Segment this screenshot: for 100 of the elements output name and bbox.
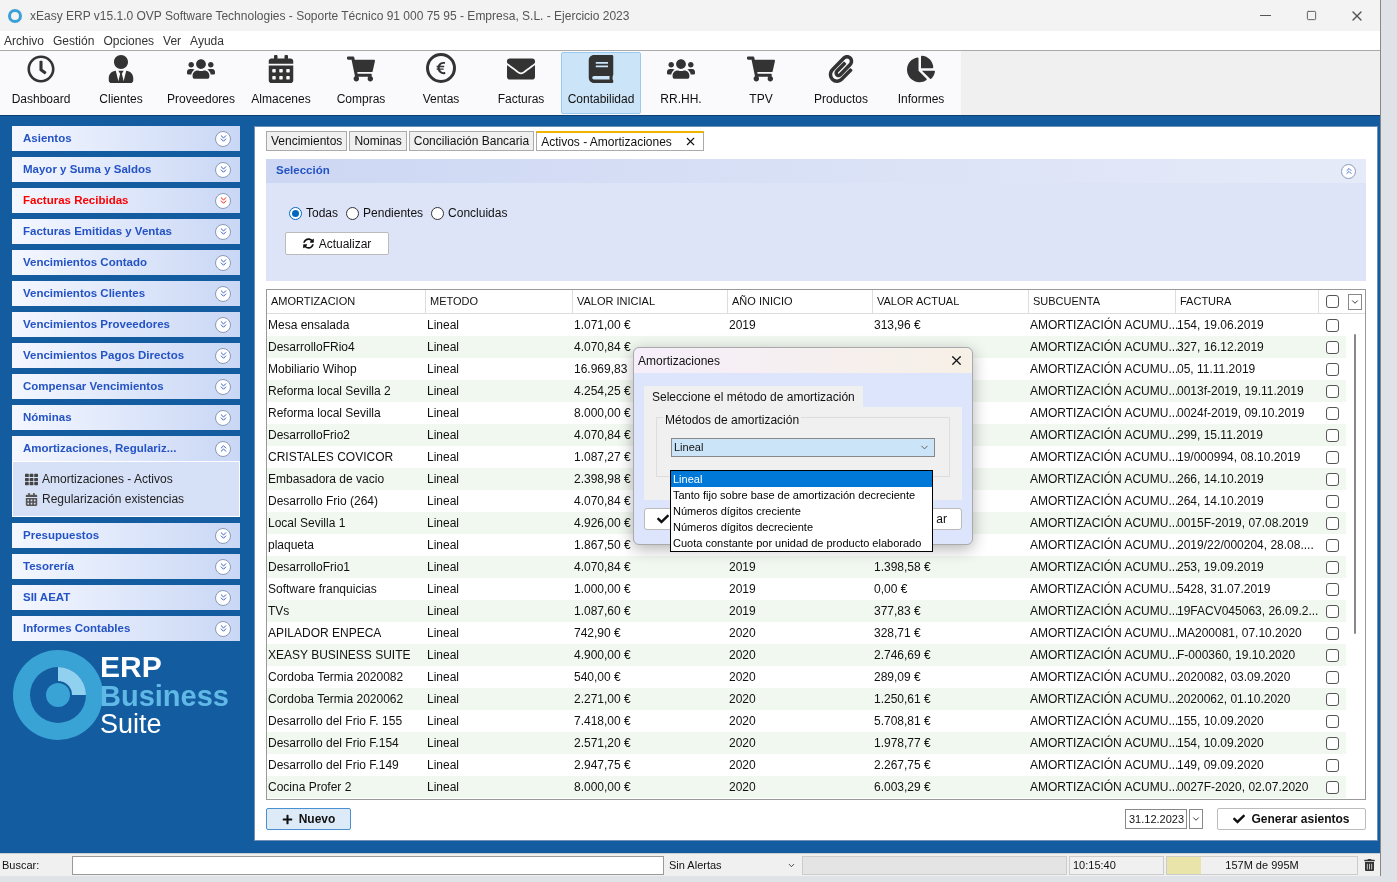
table-cell-text: Lineal [427, 339, 460, 356]
table-cell: AMORTIZACIÓN ACUMU... [1030, 448, 1179, 466]
table-cell-text: APILADOR ENPECA [268, 625, 382, 642]
table-cell: AMORTIZACIÓN ACUMU... [1030, 580, 1179, 598]
table-cell-text: Mesa ensalada [268, 317, 350, 334]
window-title: xEasy ERP v15.1.0 OVP Software Technologies - Soporte Técnico 91 000 75 95 - Empresa, S.L. - Ejercicio 2023 [30, 7, 630, 25]
table-cell-text: Reforma local Sevilla [268, 405, 381, 422]
table-cell-text: Lineal [427, 779, 460, 796]
table-cell-text: 540,00 € [574, 669, 621, 686]
table-cell: AMORTIZACIÓN ACUMU... [1030, 338, 1179, 356]
table-cell-text: Lineal [427, 559, 460, 576]
table-cell-text: Lineal [427, 493, 460, 510]
table-cell-text: 328,71 € [874, 625, 921, 642]
table-cell-text: 1.087,27 € [574, 449, 631, 466]
table-cell: AMORTIZACIÓN ACUMU... [1030, 602, 1179, 620]
table-cell-text: Lineal [427, 757, 460, 774]
table-cell-text: 4.254,25 € [574, 383, 631, 400]
radio-label: Todas [306, 205, 339, 222]
table-cell-text: DesarrolloFrio1 [268, 559, 351, 576]
table-cell-text: Cocina Profer 2 [268, 779, 352, 796]
table-cell: AMORTIZACIÓN ACUMU... [1030, 492, 1179, 510]
table-cell-text: Lineal [427, 603, 460, 620]
table-cell-text: 1.000,00 € [574, 581, 631, 598]
table-cell-text: 0013f-2019, 19.11.2019 [1177, 383, 1304, 400]
table-cell-text: 299, 15.11.2019 [1177, 427, 1263, 444]
table-cell-text: Desarrollo del Frio F.154 [268, 735, 399, 752]
table-cell-text: 4.926,00 € [574, 515, 631, 532]
table-cell-text: 742,90 € [574, 625, 621, 642]
table-cell-text: 2020082, 03.09.2020 [1177, 669, 1291, 686]
table-cell: AMORTIZACIÓN ACUMU... [1030, 712, 1179, 730]
table-cell-text: Lineal [427, 361, 460, 378]
table-cell-text: 2.267,75 € [874, 757, 931, 774]
table-cell-text: 6.003,29 € [874, 779, 931, 796]
table-cell-text: Software franquicias [268, 581, 377, 598]
table-cell-text: Desarrollo Frio (264) [268, 493, 379, 510]
table-cell-text: Lineal [427, 471, 460, 488]
table-cell-text: 2020 [729, 779, 756, 796]
table-cell-text: 4.070,84 € [574, 493, 631, 510]
table-cell-text: 2019 [729, 559, 756, 576]
table-cell: AMORTIZACIÓN ACUMU... [1030, 426, 1179, 444]
table-cell-text: Lineal [427, 449, 460, 466]
table-cell-text: 253, 19.09.2019 [1177, 559, 1264, 576]
table-cell-text: Lineal [427, 713, 460, 730]
table-cell-text: 8.000,00 € [574, 779, 631, 796]
panel-title: Selección [276, 163, 331, 179]
table-cell-text: 2.947,75 € [574, 757, 631, 774]
table-cell: AMORTIZACIÓN ACUMU... [1030, 514, 1179, 532]
table-cell-text: Local Sevilla 1 [268, 515, 346, 532]
table-cell: AMORTIZACIÓN ACUMU... [1030, 382, 1179, 400]
table-cell-text: 2020 [729, 691, 756, 708]
table-cell: AMORTIZACIÓN ACUMU... [1030, 536, 1179, 554]
search-label: Buscar: [1, 857, 41, 873]
table-cell-text: 2019 [729, 317, 756, 334]
table-cell-text: 2019 [729, 581, 756, 598]
table-cell-text: 2020 [729, 757, 756, 774]
table-cell-text: 1.071,00 € [574, 317, 631, 334]
table-cell: AMORTIZACIÓN ACUMU... [1030, 646, 1179, 664]
table-cell-text: 7.418,00 € [574, 713, 631, 730]
table-cell-text: 149, 09.09.2020 [1177, 757, 1264, 774]
table-cell-text: 5428, 31.07.2019 [1177, 581, 1271, 598]
table-cell-text: 19FACV045063, 26.09.2... [1177, 603, 1319, 620]
table-cell-text: 327, 16.12.2019 [1177, 339, 1264, 356]
memory-meter: 157M de 995M [1166, 855, 1358, 875]
table-cell-text: 4.070,84 € [574, 427, 631, 444]
table-cell: AMORTIZACIÓN ACUMU... [1030, 690, 1179, 708]
table-cell-text: 377,83 € [874, 603, 921, 620]
table-cell-text: DesarrolloFRio4 [268, 339, 355, 356]
table-cell-text: 19/000994, 08.10.2019 [1177, 449, 1301, 466]
table-cell-text: 2020 [729, 647, 756, 664]
table-cell-text: 0027F-2020, 02.07.2020 [1177, 779, 1309, 796]
table-cell-text: 2.571,20 € [574, 735, 631, 752]
table-cell-text: Desarrollo del Frio F. 155 [268, 713, 403, 730]
table-cell-text: plaqueta [268, 537, 315, 554]
table-cell-text: Lineal [427, 427, 460, 444]
table-cell-text: 154, 10.09.2020 [1177, 735, 1264, 752]
table-cell-text: 8.000,00 € [574, 405, 631, 422]
table-cell-text: 05, 11.11.2019 [1177, 361, 1256, 378]
table-cell-text: 16.969,83 [574, 361, 628, 378]
table-cell-text: Cordoba Termia 2020062 [268, 691, 404, 708]
table-cell-text: Lineal [427, 317, 460, 334]
table-cell-text: Lineal [427, 581, 460, 598]
table-cell-text: 0024f-2019, 09.10.2019 [1177, 405, 1305, 422]
table-cell-text: 2020 [729, 735, 756, 752]
table-cell-text: 2020 [729, 625, 756, 642]
table-cell-text: 1.398,58 € [874, 559, 931, 576]
table-cell-text: 4.900,00 € [574, 647, 631, 664]
table-cell-text: 1.087,60 € [574, 603, 631, 620]
table-cell-text: 313,96 € [874, 317, 921, 334]
table-cell-text: 2.271,00 € [574, 691, 631, 708]
table-cell-text: CRISTALES COVICOR [268, 449, 394, 466]
table-cell-text: Desarrollo del Frio F.149 [268, 757, 399, 774]
table-cell-text: 2019/22/000204, 28.08.... [1177, 537, 1314, 554]
table-cell-text: 154, 19.06.2019 [1177, 317, 1264, 334]
radio-label: Pendientes [363, 205, 424, 222]
table-cell-text: 4.070,84 € [574, 339, 631, 356]
dialog-title: Amortizaciones [638, 352, 722, 370]
table-cell-text: Lineal [427, 691, 460, 708]
table-cell: AMORTIZACIÓN ACUMU... [1030, 470, 1179, 488]
table-cell-text: MA200081, 07.10.2020 [1177, 625, 1302, 642]
table-cell-text: Lineal [427, 515, 460, 532]
